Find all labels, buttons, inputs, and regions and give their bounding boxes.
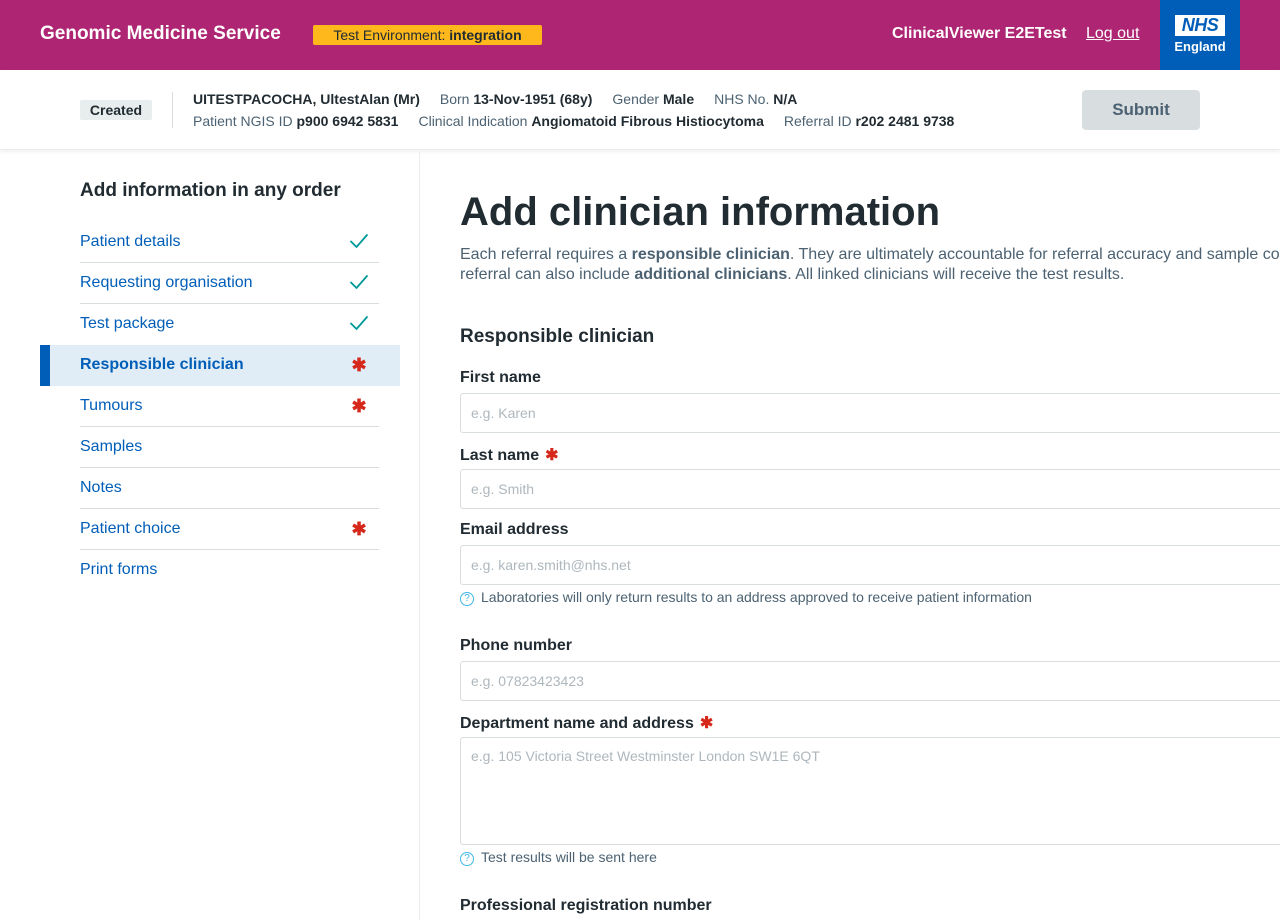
page-title: Add clinician information: [460, 190, 941, 234]
ngis-id-value: p900 6942 5831: [296, 113, 399, 129]
born-label: Born: [439, 91, 470, 107]
check-icon: [349, 313, 369, 335]
phone-input[interactable]: [460, 661, 1280, 701]
top-header: Genomic Medicine Service Test Environmen…: [0, 0, 1280, 70]
first-name-label: First name: [460, 369, 541, 386]
gender-value: Male: [662, 91, 695, 107]
referral-id-label: Referral ID: [783, 113, 852, 129]
gender-label: Gender: [612, 91, 660, 107]
sidebar-item-label: Notes: [80, 479, 122, 496]
first-name-input[interactable]: [460, 393, 1280, 433]
registration-number-label: Professional registration number: [460, 897, 712, 914]
patient-summary-line-1: UITESTPACOCHA, UltestAlan (Mr) Born 13-No…: [193, 91, 797, 107]
task-list: Patient details Requesting organisation Te…: [0, 222, 420, 591]
patient-banner: Created UITESTPACOCHA, UltestAlan (Mr) Bo…: [0, 70, 1280, 150]
logout-link[interactable]: Log out: [1086, 25, 1139, 43]
intro-text-2b: additional clinicians: [634, 266, 788, 283]
sidebar-item-label: Responsible clinician: [80, 356, 244, 373]
last-name-label: Last name ✱: [460, 445, 559, 465]
department-hint-text: Test results will be sent here: [481, 849, 657, 865]
task-list-sidebar: Add information in any order Patient det…: [0, 152, 420, 920]
sidebar-item-patient-details[interactable]: Patient details: [80, 222, 379, 263]
environment-name: integration: [449, 27, 522, 43]
email-hint: ? Laboratories will only return results t…: [460, 589, 1032, 606]
intro-text-1a: Each referral requires a: [460, 246, 632, 263]
status-badge: Created: [80, 100, 152, 120]
email-label: Email address: [460, 521, 569, 538]
help-icon: ?: [460, 592, 474, 606]
patient-summary-line-2: Patient NGIS ID p900 6942 5831 Clinical I…: [193, 113, 954, 129]
intro-text-1c: . They are ultimately accountable for re…: [789, 246, 1280, 263]
clinical-indication-label: Clinical Indication: [418, 113, 528, 129]
check-icon: [349, 272, 369, 294]
section-title: Responsible clinician: [460, 326, 655, 347]
last-name-label-text: Last name: [460, 447, 540, 464]
required-icon: ✱: [351, 355, 367, 375]
sidebar-item-notes[interactable]: Notes: [80, 468, 379, 509]
email-input[interactable]: [460, 545, 1280, 585]
user-name: ClinicalViewer E2ETest: [892, 25, 1067, 42]
sidebar-item-print-forms[interactable]: Print forms: [80, 550, 379, 591]
intro-text-1b: responsible clinician: [631, 246, 790, 263]
nhs-number-value: N/A: [773, 91, 798, 107]
department-label-text: Department name and address: [460, 715, 694, 732]
referral-id-value: r202 2481 9738: [855, 113, 955, 129]
submit-button[interactable]: Submit: [1082, 90, 1200, 130]
sidebar-item-label: Patient details: [80, 233, 181, 250]
sidebar-item-patient-choice[interactable]: Patient choice ✱: [80, 509, 379, 550]
required-icon: ✱: [545, 447, 559, 464]
intro-text-2a: referral can also include: [460, 266, 635, 283]
sidebar-item-tumours[interactable]: Tumours ✱: [80, 386, 379, 427]
sidebar-item-label: Patient choice: [80, 520, 181, 537]
required-icon: ✱: [699, 715, 714, 732]
sidebar-item-label: Samples: [80, 438, 143, 455]
banner-divider: [172, 92, 173, 128]
born-value: 13-Nov-1951 (68y): [473, 91, 593, 107]
phone-label: Phone number: [460, 637, 573, 654]
sidebar-item-label: Print forms: [80, 561, 158, 578]
nhs-england-logo[interactable]: NHS England: [1160, 0, 1240, 70]
environment-badge-prefix: Test Environment:: [333, 27, 450, 43]
nhs-number-label: NHS No.: [714, 91, 770, 107]
nhs-logo-icon: NHS: [1175, 15, 1225, 36]
intro-text-2c: . All linked clinicians will receive the…: [787, 266, 1125, 283]
main-content: Add clinician information Each referral …: [460, 152, 1280, 920]
required-icon: ✱: [351, 519, 367, 539]
environment-badge: Test Environment: integration: [313, 25, 542, 45]
intro-text: Each referral requires a responsible cli…: [460, 245, 1280, 285]
department-label: Department name and address ✱: [460, 713, 713, 733]
sidebar-item-requesting-organisation[interactable]: Requesting organisation: [80, 263, 379, 304]
sidebar-item-samples[interactable]: Samples: [80, 427, 379, 468]
sidebar-item-responsible-clinician[interactable]: Responsible clinician ✱: [40, 345, 400, 386]
service-name[interactable]: Genomic Medicine Service: [40, 23, 281, 45]
last-name-input[interactable]: [460, 469, 1280, 509]
nhs-logo-subtext: England: [1174, 39, 1226, 54]
check-icon: [349, 231, 369, 253]
help-icon: ?: [460, 852, 474, 866]
ngis-id-label: Patient NGIS ID: [193, 113, 293, 129]
email-hint-text: Laboratories will only return results to…: [481, 589, 1032, 605]
sidebar-item-label: Test package: [80, 315, 175, 332]
clinical-indication-value: Angiomatoid Fibrous Histiocytoma: [531, 113, 764, 129]
sidebar-item-label: Requesting organisation: [80, 274, 253, 291]
required-icon: ✱: [351, 396, 367, 416]
department-hint: ? Test results will be sent here: [460, 849, 657, 866]
department-address-input[interactable]: [460, 737, 1280, 845]
sidebar-item-test-package[interactable]: Test package: [80, 304, 379, 345]
sidebar-item-label: Tumours: [80, 397, 143, 414]
sidebar-title: Add information in any order: [80, 180, 341, 201]
patient-name: UITESTPACOCHA, UltestAlan (Mr): [193, 91, 420, 107]
